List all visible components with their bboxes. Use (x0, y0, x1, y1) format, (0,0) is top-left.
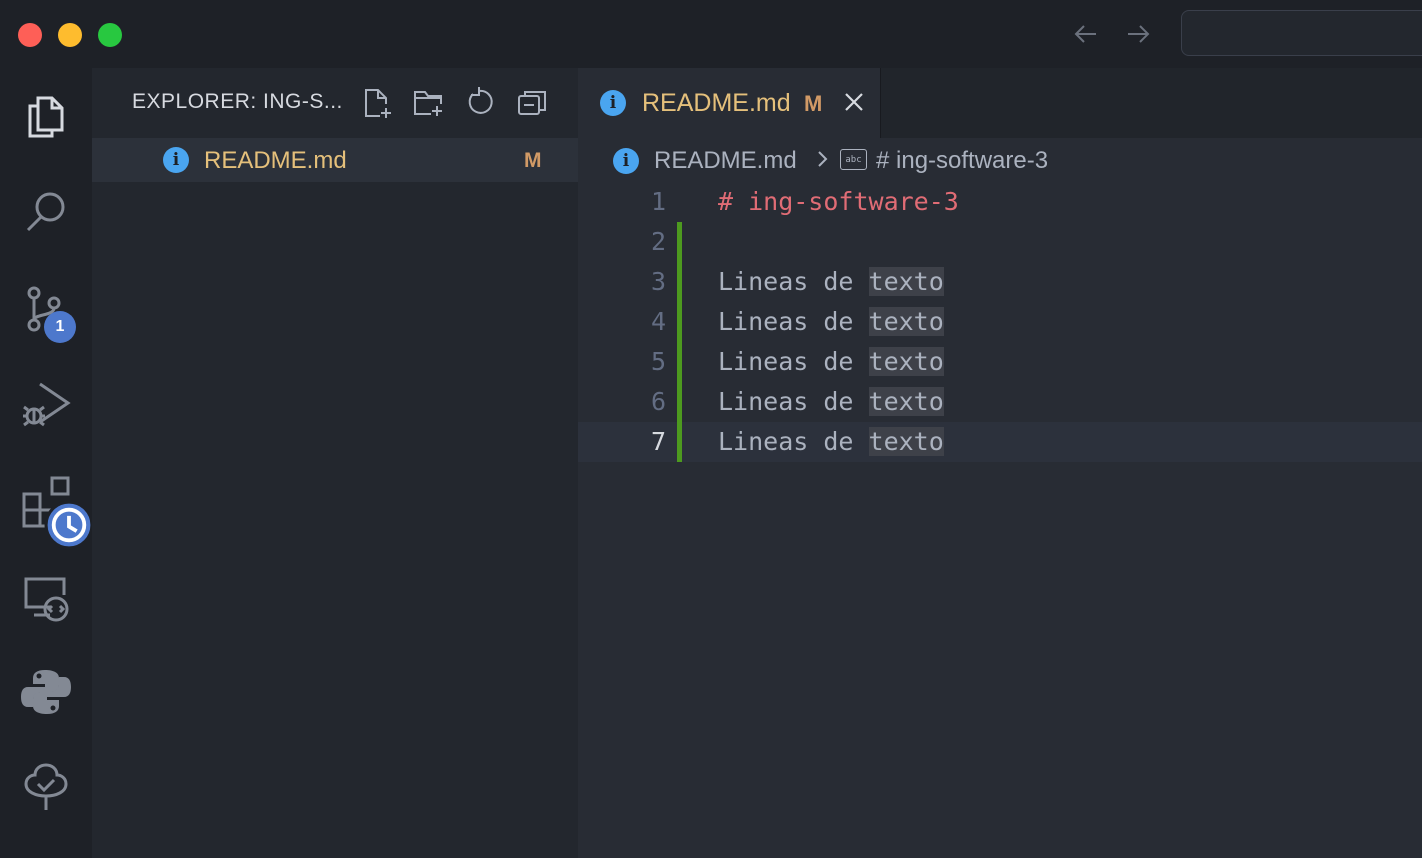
git-status-badge: M (524, 149, 542, 172)
source-control-icon[interactable]: 1 (0, 273, 92, 345)
gutter-added-marker (677, 302, 682, 342)
info-icon: i (613, 148, 639, 174)
maximize-window-button[interactable] (98, 23, 122, 47)
line-number: 3 (650, 267, 666, 296)
tab-readme[interactable]: i README.md M (578, 68, 881, 138)
search-icon[interactable] (0, 176, 92, 248)
line-number: 7 (650, 427, 666, 456)
line-text: Lineas de texto (718, 267, 944, 296)
selection-highlight: texto (868, 427, 944, 456)
chevron-right-icon (818, 151, 828, 167)
clock-icon (44, 500, 94, 550)
source-control-badge: 1 (44, 311, 76, 343)
tab-bar: i README.md M (578, 68, 1422, 138)
code-line-active[interactable]: 7 Lineas de texto (578, 422, 1422, 462)
new-folder-icon[interactable] (411, 86, 445, 120)
line-text: Lineas de texto (718, 387, 944, 416)
extensions-icon[interactable] (0, 466, 94, 550)
line-number: 2 (650, 227, 666, 256)
activity-bar: 1 (0, 68, 94, 858)
line-text: Lineas de texto (718, 307, 944, 336)
line-text: # ing-software-3 (718, 187, 959, 216)
close-icon[interactable] (842, 90, 866, 114)
line-number: 1 (650, 187, 666, 216)
gutter-added-marker (677, 222, 682, 262)
tab-title: README.md (642, 89, 791, 117)
line-text: Lineas de texto (718, 427, 944, 456)
code-line[interactable]: 4 Lineas de texto (578, 302, 1422, 342)
selection-highlight: texto (868, 347, 944, 376)
tree-icon[interactable] (0, 752, 92, 824)
editor-area: i README.md M i README.md abc # ing-soft… (578, 68, 1422, 858)
line-text: Lineas de texto (718, 347, 944, 376)
line-number: 4 (650, 307, 666, 336)
breadcrumb: i README.md abc # ing-software-3 (578, 138, 1422, 184)
breadcrumb-heading[interactable]: # ing-software-3 (876, 147, 1048, 175)
selection-highlight: texto (868, 307, 944, 336)
command-center-search[interactable] (1181, 10, 1422, 56)
line-number: 6 (650, 387, 666, 416)
explorer-sidebar: EXPLORER: ING-S... i README.md M (92, 68, 578, 858)
gutter-added-marker (677, 382, 682, 422)
minimize-window-button[interactable] (58, 23, 82, 47)
breadcrumb-file[interactable]: README.md (654, 147, 797, 175)
info-icon: i (600, 90, 626, 116)
line-number: 5 (650, 347, 666, 376)
remote-explorer-icon[interactable] (0, 561, 92, 633)
gutter-added-marker (677, 422, 682, 462)
code-line[interactable]: 5 Lineas de texto (578, 342, 1422, 382)
string-symbol-icon: abc (840, 149, 867, 170)
file-name: README.md (204, 147, 347, 174)
collapse-all-icon[interactable] (515, 86, 549, 120)
python-icon[interactable] (0, 656, 92, 728)
run-debug-icon[interactable] (0, 368, 92, 440)
close-window-button[interactable] (18, 23, 42, 47)
gutter-added-marker (677, 262, 682, 302)
code-line[interactable]: 6 Lineas de texto (578, 382, 1422, 422)
tab-status-badge: M (804, 91, 823, 116)
info-icon: i (163, 147, 189, 173)
new-file-icon[interactable] (360, 86, 394, 120)
refresh-icon[interactable] (463, 86, 497, 120)
code-line[interactable]: 1 # ing-software-3 (578, 182, 1422, 222)
selection-highlight: texto (868, 267, 944, 296)
explorer-title: EXPLORER: ING-S... (132, 90, 343, 113)
arrow-right-icon[interactable] (1122, 18, 1154, 50)
file-item-readme[interactable]: i README.md M (92, 138, 578, 182)
code-line[interactable]: 2 (578, 222, 1422, 262)
arrow-left-icon[interactable] (1070, 18, 1102, 50)
selection-highlight: texto (868, 387, 944, 416)
files-icon[interactable] (0, 80, 92, 152)
code-line[interactable]: 3 Lineas de texto (578, 262, 1422, 302)
title-bar (0, 0, 1422, 68)
gutter-added-marker (677, 342, 682, 382)
